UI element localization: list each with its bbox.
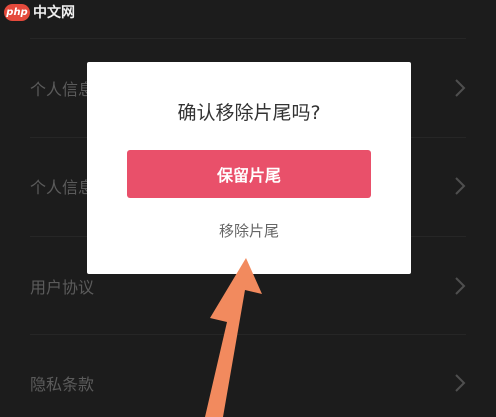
confirm-dialog: 确认移除片尾吗? 保留片尾 移除片尾 <box>87 62 411 274</box>
remove-ending-button[interactable]: 移除片尾 <box>87 220 411 241</box>
watermark-logo: php <box>4 3 30 21</box>
watermark: php 中文网 <box>4 2 75 22</box>
dialog-title: 确认移除片尾吗? <box>177 102 321 124</box>
keep-ending-button[interactable]: 保留片尾 <box>127 150 371 198</box>
watermark-text: 中文网 <box>33 5 75 21</box>
